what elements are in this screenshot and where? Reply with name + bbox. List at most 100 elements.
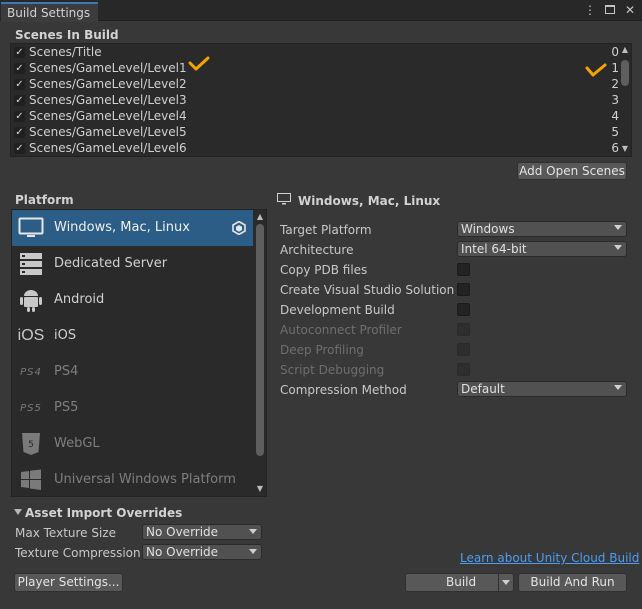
- platform-item-android[interactable]: Android: [12, 282, 254, 318]
- chevron-down-icon: [249, 549, 257, 554]
- scene-name: Scenes/GameLevel/Level6: [29, 141, 187, 155]
- tab-title: Build Settings: [7, 6, 91, 20]
- scenes-in-build-title: Scenes In Build: [15, 28, 119, 42]
- create-vs-checkbox[interactable]: [457, 283, 470, 296]
- scene-index: 5: [611, 125, 619, 139]
- target-platform-label: Target Platform: [280, 223, 372, 237]
- scene-index: 6: [611, 141, 619, 155]
- chevron-down-icon: [614, 385, 622, 390]
- copy-pdb-label: Copy PDB files: [280, 263, 368, 277]
- scene-row[interactable]: ✓ Scenes/GameLevel/Level3 3: [11, 93, 619, 109]
- asset-import-overrides-title[interactable]: Asset Import Overrides: [25, 506, 182, 520]
- platform-label: PS4: [54, 364, 79, 379]
- platform-title: Platform: [15, 193, 74, 207]
- player-settings-button[interactable]: Player Settings...: [14, 573, 123, 592]
- scene-index: 4: [611, 109, 619, 123]
- scene-checkbox[interactable]: ✓: [14, 47, 25, 58]
- scene-name: Scenes/Title: [29, 45, 102, 59]
- script-debugging-label: Script Debugging: [280, 363, 385, 377]
- scroll-up-icon[interactable]: ▲: [256, 213, 264, 221]
- scene-index: 3: [611, 93, 619, 107]
- platform-label: WebGL: [54, 436, 100, 451]
- scene-checkbox[interactable]: ✓: [14, 79, 25, 90]
- platform-item-dedicated-server[interactable]: Dedicated Server: [12, 246, 254, 282]
- scene-checkbox[interactable]: ✓: [14, 63, 25, 74]
- platform-scrollbar[interactable]: ▲ ▼: [253, 210, 266, 496]
- scene-checkbox[interactable]: ✓: [14, 143, 25, 154]
- platform-label: Android: [54, 292, 105, 307]
- ios-icon: iOS: [17, 327, 45, 344]
- scene-row[interactable]: ✓ Scenes/GameLevel/Level2 2: [11, 77, 619, 93]
- svg-text:5: 5: [28, 440, 34, 450]
- scene-row[interactable]: ✓ Scenes/GameLevel/Level1 1: [11, 61, 619, 77]
- platform-list[interactable]: Windows, Mac, Linux Dedicated Server And…: [11, 209, 267, 497]
- scene-name: Scenes/GameLevel/Level1: [29, 61, 187, 75]
- build-label: Build: [446, 575, 477, 589]
- scene-row[interactable]: ✓ Scenes/GameLevel/Level5 5: [11, 125, 619, 141]
- scenes-list[interactable]: ✓ Scenes/Title 0 ✓ Scenes/GameLevel/Leve…: [10, 43, 632, 157]
- max-texture-size-dropdown[interactable]: No Override: [142, 524, 262, 540]
- scene-row[interactable]: ✓ Scenes/GameLevel/Level4 4: [11, 109, 619, 125]
- platform-label: PS5: [54, 400, 79, 415]
- development-build-checkbox[interactable]: [457, 303, 470, 316]
- platform-item-uwp[interactable]: Universal Windows Platform: [12, 462, 254, 496]
- development-build-label: Development Build: [280, 303, 395, 317]
- annotation-check-icon: [585, 63, 607, 77]
- texture-compression-dropdown[interactable]: No Override: [142, 544, 262, 560]
- scroll-down-icon[interactable]: ▼: [256, 485, 264, 493]
- deep-profiling-checkbox: [457, 343, 470, 356]
- more-icon[interactable]: ⋮: [584, 3, 596, 17]
- autoconnect-profiler-label: Autoconnect Profiler: [280, 323, 402, 337]
- scene-row[interactable]: ✓ Scenes/GameLevel/Level6 6: [11, 141, 619, 156]
- platform-label: iOS: [54, 328, 77, 343]
- platform-label: Universal Windows Platform: [54, 472, 236, 487]
- scene-checkbox[interactable]: ✓: [14, 95, 25, 106]
- platform-item-webgl[interactable]: 5 WebGL: [12, 426, 254, 462]
- scene-name: Scenes/GameLevel/Level5: [29, 125, 187, 139]
- compression-method-value: Default: [461, 382, 505, 396]
- chevron-down-icon: [614, 245, 622, 250]
- platform-scroll-thumb[interactable]: [256, 224, 264, 456]
- max-texture-size-label: Max Texture Size: [15, 526, 116, 540]
- settings-header: Windows, Mac, Linux: [298, 194, 441, 208]
- ps5-icon: PS5: [20, 402, 42, 414]
- settings-header-icon: [277, 193, 291, 208]
- scroll-up-icon[interactable]: ▲: [621, 46, 629, 54]
- scenes-scroll-thumb[interactable]: [621, 60, 629, 86]
- scene-name: Scenes/GameLevel/Level3: [29, 93, 187, 107]
- copy-pdb-checkbox[interactable]: [457, 263, 470, 276]
- scene-checkbox[interactable]: ✓: [14, 127, 25, 138]
- windows-icon: [17, 467, 45, 493]
- architecture-dropdown[interactable]: Intel 64-bit: [457, 241, 627, 257]
- scene-checkbox[interactable]: ✓: [14, 111, 25, 122]
- close-icon[interactable]: ✕: [624, 3, 636, 17]
- target-platform-value: Windows: [461, 222, 515, 236]
- add-open-scenes-label: Add Open Scenes: [519, 164, 625, 178]
- scene-row[interactable]: ✓ Scenes/Title 0: [11, 45, 619, 61]
- autoconnect-profiler-checkbox: [457, 323, 470, 336]
- architecture-value: Intel 64-bit: [461, 242, 527, 256]
- platform-item-windows[interactable]: Windows, Mac, Linux: [12, 210, 254, 246]
- build-and-run-label: Build And Run: [530, 575, 615, 589]
- compression-method-dropdown[interactable]: Default: [457, 381, 627, 397]
- scene-index: 1: [611, 61, 619, 75]
- add-open-scenes-button[interactable]: Add Open Scenes: [517, 162, 627, 180]
- maximize-icon[interactable]: [604, 3, 616, 17]
- platform-item-ps4[interactable]: PS4 PS4: [12, 354, 254, 390]
- build-button[interactable]: Build: [405, 573, 514, 592]
- scenes-scrollbar[interactable]: ▲ ▼: [619, 44, 631, 156]
- server-icon: [17, 251, 45, 277]
- platform-item-ios[interactable]: iOS iOS: [12, 318, 254, 354]
- texture-compression-label: Texture Compression: [15, 546, 141, 560]
- unity-logo-icon: [232, 220, 246, 238]
- window-tab-bar: Build Settings ⋮ ✕: [0, 0, 642, 22]
- deep-profiling-label: Deep Profiling: [280, 343, 364, 357]
- foldout-arrow-icon[interactable]: [14, 509, 22, 515]
- scroll-down-icon[interactable]: ▼: [621, 145, 629, 153]
- cloud-build-link[interactable]: Learn about Unity Cloud Build: [460, 551, 639, 565]
- tab-build-settings[interactable]: Build Settings: [1, 2, 98, 22]
- target-platform-dropdown[interactable]: Windows: [457, 221, 627, 237]
- platform-item-ps5[interactable]: PS5 PS5: [12, 390, 254, 426]
- build-and-run-button[interactable]: Build And Run: [518, 573, 627, 592]
- build-options-dropdown[interactable]: [498, 574, 513, 591]
